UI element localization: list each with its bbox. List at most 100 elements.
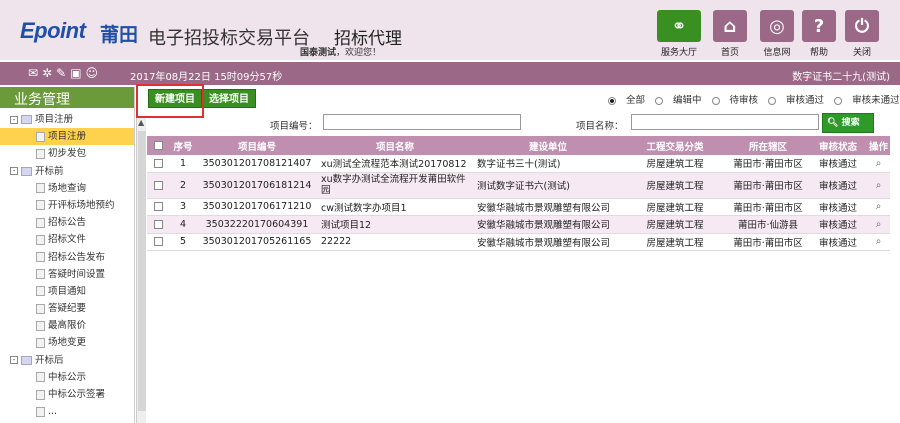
document-icon (36, 200, 45, 211)
header-cell[interactable]: 操作 (867, 136, 890, 155)
close-button[interactable]: ⏻ 关闭 (843, 10, 881, 58)
tree-item[interactable]: 中标公示签署 (0, 386, 134, 403)
tree-item-label: 开标后 (35, 354, 64, 366)
row-checkbox[interactable] (153, 219, 163, 229)
view-magnifier-icon[interactable]: ⌕ (876, 236, 882, 247)
tree-item[interactable]: 招标公告 (0, 214, 134, 231)
city-name: 莆田 (100, 24, 139, 46)
cell-category: 房屋建筑工程 (646, 237, 704, 249)
help-button[interactable]: ? 帮助 (800, 10, 838, 58)
tree-item-label: 招标公告发布 (48, 251, 106, 263)
table-row[interactable]: 2 350301201706181214 xu数字办测试全流程开发莆田软件园 测试数字… (147, 172, 890, 199)
project-name-input[interactable] (631, 114, 819, 130)
status-filter-option[interactable]: 审核未通过 (834, 95, 900, 106)
select-all-checkbox[interactable] (153, 141, 163, 150)
document-icon (36, 234, 45, 245)
sidebar-scrollbar[interactable]: ▲ (136, 117, 146, 423)
cell-category: 房屋建筑工程 (646, 159, 704, 171)
table-header: 序号 项目编号 项目名称 建设单位 工程交易分类 所在辖区 审核状态 操作 (147, 136, 890, 155)
status-filter-option[interactable]: 编辑中 (655, 95, 702, 106)
gift-icon[interactable]: ▣ (70, 66, 85, 80)
view-magnifier-icon[interactable]: ⌕ (876, 201, 882, 212)
scrollbar-thumb[interactable] (138, 131, 146, 411)
app-header: Epoint 莆田 电子招投标交易平台 招标代理 国泰测试，欢迎您！ ⚭ 服务大… (0, 0, 900, 60)
tree-item[interactable]: 招标文件 (0, 231, 134, 248)
tree-item-label: 开评标场地预约 (48, 199, 115, 211)
tree-item[interactable]: 项目通知 (0, 283, 134, 300)
tree-item[interactable]: 招标公告发布 (0, 249, 134, 266)
tree-item[interactable]: 场地查询 (0, 180, 134, 197)
service-hall-button[interactable]: ⚭ 服务大厅 (655, 10, 703, 58)
table-row[interactable]: 5 350301201705261165 22222 安徽华融城市景观雕塑有限公司 房屋… (147, 234, 890, 251)
radio-icon[interactable] (834, 96, 843, 105)
view-magnifier-icon[interactable]: ⌕ (876, 219, 882, 230)
welcome-text: 国泰测试，欢迎您！ (300, 45, 381, 58)
radio-icon[interactable] (768, 96, 777, 105)
radio-icon[interactable] (608, 96, 616, 105)
tree-item[interactable]: 最高限价 (0, 317, 134, 334)
tree-item-label: 场地查询 (48, 182, 87, 194)
radio-icon[interactable] (655, 96, 664, 105)
project-code-input[interactable] (323, 114, 521, 130)
header-cell[interactable]: 审核状态 (809, 136, 867, 155)
table-row[interactable]: 1 350301201708121407 xu测试全流程范本测试20170812 数字… (147, 155, 890, 173)
tree-item[interactable]: 初步发包 (0, 145, 134, 162)
tree-item[interactable]: 项目注册 (0, 128, 134, 146)
header-cell[interactable]: 所在辖区 (727, 136, 809, 155)
cell-category: 房屋建筑工程 (646, 202, 704, 214)
scroll-up-icon[interactable]: ▲ (138, 118, 144, 127)
radio-icon[interactable] (711, 96, 720, 105)
tree-item[interactable]: 中标公示 (0, 369, 134, 386)
tree-item[interactable]: 开评标场地预约 (0, 197, 134, 214)
status-filter-option[interactable]: 审核通过 (768, 95, 824, 106)
collapse-toggle-icon[interactable]: - (10, 115, 18, 124)
row-checkbox[interactable] (153, 158, 163, 168)
view-magnifier-icon[interactable]: ⌕ (876, 158, 882, 169)
wrench-icon[interactable]: ✎ (56, 66, 70, 80)
document-icon (36, 320, 45, 331)
row-checkbox[interactable] (153, 202, 163, 212)
status-filter-option[interactable]: 全部 (608, 95, 645, 106)
gear-icon[interactable]: ✲ (42, 66, 56, 80)
cell-name: xu测试全流程范本测试20170812 (321, 159, 467, 171)
table-row[interactable]: 3 350301201706171210 cw测试数字办项目1 安徽华融城市景观雕塑有… (147, 199, 890, 216)
header-cell[interactable]: 序号 (169, 136, 197, 155)
tree-item-label: 最高限价 (48, 320, 87, 332)
tree-item[interactable]: 答疑纪要 (0, 300, 134, 317)
tree-item[interactable]: 场地变更 (0, 334, 134, 351)
collapse-toggle-icon[interactable]: - (10, 167, 18, 176)
tree-group[interactable]: - 开标前 (0, 163, 134, 180)
cell-unit: 安徽华融城市景观雕塑有限公司 (477, 220, 611, 232)
folder-icon (21, 166, 32, 176)
checkbox-cell (147, 173, 169, 198)
cell-region: 莆田市·莆田市区 (733, 181, 803, 192)
header-cell[interactable]: 项目名称 (317, 136, 473, 155)
document-icon (36, 148, 45, 159)
help-icon: ? (802, 10, 836, 42)
header-cell[interactable]: 建设单位 (473, 136, 623, 155)
search-button[interactable]: 🔍︎ 搜索 (822, 113, 874, 133)
view-magnifier-icon[interactable]: ⌕ (876, 180, 882, 191)
tree-group[interactable]: - 项目注册 (0, 111, 134, 128)
tree-item-label: 场地变更 (48, 337, 87, 349)
message-icon[interactable]: ✉ (28, 66, 42, 80)
status-filter-option[interactable]: 待审核 (711, 95, 758, 106)
home-button[interactable]: ⌂ 首页 (711, 10, 749, 58)
table-row[interactable]: 4 35032220170604391 测试项目12 安徽华融城市景观雕塑有限公司 房屋… (147, 216, 890, 234)
sidebar: 业务管理 - 项目注册 项目注册 初步发包 - 开标前 场地查询 开评标场地预约 招标公告 招标文… (0, 87, 135, 423)
tree-item[interactable]: 答疑时间设置 (0, 266, 134, 283)
row-checkbox[interactable] (153, 237, 163, 247)
info-network-button[interactable]: ◎ 信息网 (758, 10, 796, 58)
header-cell[interactable]: 项目编号 (197, 136, 317, 155)
header-cell[interactable]: 工程交易分类 (623, 136, 727, 155)
tree-item[interactable]: ... (0, 403, 134, 420)
radio-label: 审核通过 (786, 95, 825, 106)
tree-group[interactable]: - 开标后 (0, 352, 134, 369)
document-icon (36, 252, 45, 262)
smiley-icon[interactable]: ☺ (86, 66, 103, 80)
collapse-toggle-icon[interactable]: - (10, 356, 18, 365)
close-label: 关闭 (852, 48, 871, 58)
document-icon (36, 131, 45, 142)
row-checkbox[interactable] (153, 180, 163, 190)
select-project-button[interactable]: 选择项目 (202, 89, 256, 108)
